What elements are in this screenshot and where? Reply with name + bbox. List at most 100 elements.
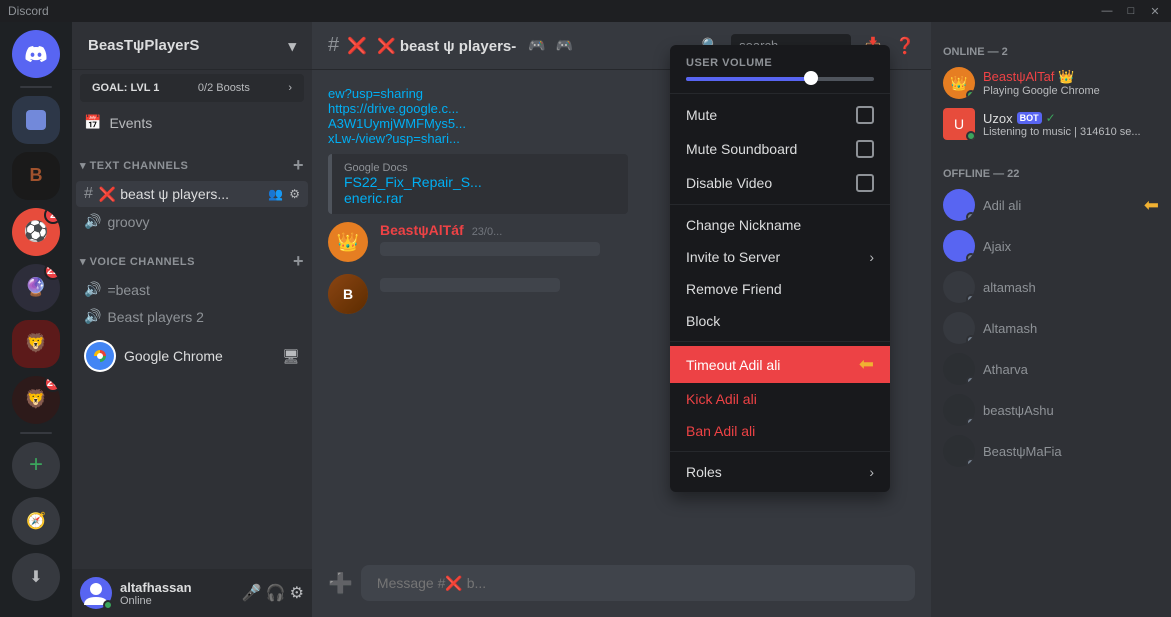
member-status-adil [966,212,975,221]
attachment-link[interactable]: FS22_Fix_Repair_S...eneric.rar [344,174,616,206]
member-item-atharva[interactable]: Atharva [935,349,1167,389]
add-text-channel-button[interactable]: + [293,155,304,176]
member-status-atharva [966,376,975,385]
menu-item-invite-to-server[interactable]: Invite to Server › [670,241,890,273]
menu-item-disable-video[interactable]: Disable Video [670,166,890,200]
volume-slider[interactable] [686,77,874,81]
speaker-icon-2: 🔊 [84,281,101,298]
headset-icon[interactable]: 🎧 [266,583,286,603]
discovery-icon[interactable]: 🧭 [12,497,60,545]
boost-goal-label: GOAL: LVL 1 [92,82,159,94]
server-badge-20: 20 [44,376,60,392]
channel-name-beast: ❌ beast ψ players... [99,186,262,203]
menu-item-change-nickname[interactable]: Change Nickname [670,209,890,241]
channel-item-beast-voice[interactable]: 🔊 =beast [76,277,308,302]
settings-icon[interactable]: ⚙ [289,187,300,201]
menu-item-mute-soundboard[interactable]: Mute Soundboard [670,132,890,166]
member-name-uzox: Uzox [983,111,1013,126]
menu-item-mute[interactable]: Mute [670,98,890,132]
disable-video-checkbox[interactable] [856,174,874,192]
server-icon-beast[interactable]: B [12,152,60,200]
server-icon-1[interactable] [12,96,60,144]
discord-home-icon[interactable] [12,30,60,78]
member-avatar-atharva [943,353,975,385]
menu-item-timeout[interactable]: Timeout Adil ali ⬅ [670,346,890,383]
screen-share-icon[interactable]: 🖥 [282,348,300,365]
menu-item-roles[interactable]: Roles › [670,456,890,488]
menu-item-remove-friend[interactable]: Remove Friend [670,273,890,305]
mic-icon[interactable]: 🎤 [242,583,262,603]
yellow-arrow-icon: ⬅ [1144,195,1159,216]
voice-channels-category: ▾ VOICE CHANNELS + [72,235,312,276]
separator-4 [670,451,890,452]
bot-badge: BOT [1017,112,1042,124]
member-avatar-adil [943,189,975,221]
titlebar: Discord — □ ✕ [0,0,1171,22]
server-icon-purple[interactable]: 🔮 22 [12,264,60,312]
member-item-beastmafia[interactable]: BeastψMaFia [935,431,1167,471]
volume-label: User Volume [686,57,874,69]
kick-label: Kick Adil ali [686,391,757,407]
message-content-2 [380,274,560,292]
attachment-source: Google Docs [344,162,616,174]
member-avatar-beastmafia [943,435,975,467]
mute-soundboard-checkbox[interactable] [856,140,874,158]
titlebar-title: Discord [8,4,49,18]
boost-bar[interactable]: GOAL: LVL 1 0/2 Boosts › [80,74,304,102]
server-badge-22: 22 [44,264,60,280]
settings-icon[interactable]: ⚙ [290,583,304,603]
chevron-right-icon: › [869,249,874,265]
events-section[interactable]: 📅 Events [72,106,312,139]
server-icon-ball[interactable]: ⚽ 2 [12,208,60,256]
add-attachment-button[interactable]: ➕ [328,571,353,596]
minimize-button[interactable]: — [1099,3,1115,19]
menu-item-kick[interactable]: Kick Adil ali [670,383,890,415]
member-avatar-uzox: U [943,108,975,140]
remove-friend-label: Remove Friend [686,281,782,297]
context-menu: User Volume Mute Mute Soundboard Disable… [670,45,890,492]
channel-sidebar: BeasTψPlayerS ▾ GOAL: LVL 1 0/2 Boosts ›… [72,22,312,617]
add-voice-channel-button[interactable]: + [293,251,304,272]
member-item-adil[interactable]: Adil ali ⬅ [935,185,1167,225]
mute-checkbox[interactable] [856,106,874,124]
server-name-header[interactable]: BeasTψPlayerS ▾ [72,22,312,70]
download-icon[interactable]: ⬇ [12,553,60,601]
separator-1 [670,93,890,94]
google-chrome-app-item[interactable]: Google Chrome 🖥 [76,334,308,378]
channel-item-groovy[interactable]: 🔊 groovy [76,209,308,234]
attachment-card: Google Docs FS22_Fix_Repair_S...eneric.r… [328,154,628,214]
channel-item-beast-players[interactable]: # ❌ beast ψ players... 👥 ⚙ [76,181,308,207]
member-status-ajaix [966,253,975,262]
member-item-altamash[interactable]: altamash [935,267,1167,307]
maximize-button[interactable]: □ [1123,3,1139,19]
menu-item-block[interactable]: Block [670,305,890,337]
member-item-ajaix[interactable]: Ajaix [935,226,1167,266]
server-icon-beast2[interactable]: 🦁 [12,320,60,368]
member-name-adil: Adil ali [983,198,1021,213]
user-info: altafhassan Online [120,580,234,607]
message-input[interactable] [361,565,915,601]
server-icon-lion[interactable]: 🦁 20 [12,376,60,424]
separator-3 [670,341,890,342]
member-info-uzox: Uzox BOT ✓ Listening to music | 314610 s… [983,111,1159,138]
close-button[interactable]: ✕ [1147,3,1163,19]
user-avatar [80,577,112,609]
member-item-beast-altaf[interactable]: 👑 BeastψAlTaf 👑 Playing Google Chrome [935,63,1167,103]
member-info-beast: BeastψAlTaf 👑 Playing Google Chrome [983,69,1159,97]
menu-item-ban[interactable]: Ban Adil ali [670,415,890,447]
game-icon: 🎮 [528,37,545,54]
member-avatar-altamash2 [943,312,975,344]
timeout-label: Timeout Adil ali [686,357,780,373]
member-item-altamash2[interactable]: Altamash [935,308,1167,348]
help-icon[interactable]: ❓ [895,36,915,56]
member-item-beastashu[interactable]: beastψAshu [935,390,1167,430]
member-item-uzox[interactable]: U Uzox BOT ✓ Listening to music | 314610… [935,104,1167,144]
member-icon: 👥 [268,187,283,201]
add-server-button[interactable]: + [12,442,60,489]
channel-item-beast-players-2[interactable]: 🔊 Beast players 2 [76,304,308,329]
user-controls: 🎤 🎧 ⚙ [242,583,304,603]
change-nickname-label: Change Nickname [686,217,801,233]
message-input-area: ➕ [312,565,931,617]
member-status-online [966,90,975,99]
volume-thumb[interactable] [804,71,818,85]
